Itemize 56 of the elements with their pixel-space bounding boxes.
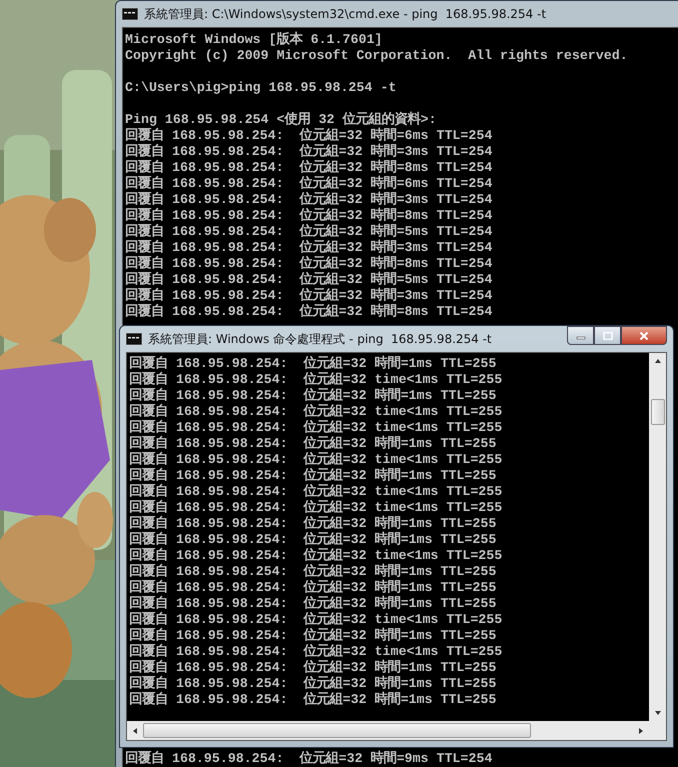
console-line: 回覆自 168.95.98.254: 位元組=32 時間=1ms TTL=255 [129,660,498,676]
close-icon [639,332,649,340]
scroll-down-icon[interactable] [654,709,662,717]
close-button[interactable] [621,326,667,345]
console-line: 回覆自 168.95.98.254: 位元組=32 時間=9ms TTL=254 [125,751,494,767]
console-line: 回覆自 168.95.98.254: 位元組=32 時間=1ms TTL=255 [129,388,498,404]
scroll-thumb[interactable] [650,399,664,425]
console-line: 回覆自 168.95.98.254: 位元組=32 時間=1ms TTL=255 [129,596,498,612]
console-line: C:\Users\pig>ping 168.95.98.254 -t [125,80,398,96]
console-icon [122,8,138,20]
console-line: 回覆自 168.95.98.254: 位元組=32 時間=8ms TTL=254 [125,208,494,224]
scroll-left-icon[interactable] [131,726,139,734]
console-line: 回覆自 168.95.98.254: 位元組=32 時間=1ms TTL=255 [129,692,498,708]
window-title: 系統管理員: C:\Windows\system32\cmd.exe - ping 168.95.98.254 -t [144,6,546,22]
console-line: 回覆自 168.95.98.254: 位元組=32 time<1ms TTL=255 [129,404,504,420]
console-line: 回覆自 168.95.98.254: 位元組=32 時間=5ms TTL=254 [125,224,494,240]
console-line: 回覆自 168.95.98.254: 位元組=32 time<1ms TTL=255 [129,452,504,468]
console-line: 回覆自 168.95.98.254: 位元組=32 時間=3ms TTL=254 [125,240,494,256]
console-line: 回覆自 168.95.98.254: 位元組=32 時間=5ms TTL=254 [125,272,494,288]
console-line: 回覆自 168.95.98.254: 位元組=32 時間=1ms TTL=255 [129,580,498,596]
maximize-icon [602,332,612,340]
console-line: 回覆自 168.95.98.254: 位元組=32 時間=1ms TTL=255 [129,468,498,484]
minimize-button[interactable] [567,326,594,345]
console-line: 回覆自 168.95.98.254: 位元組=32 time<1ms TTL=255 [129,612,504,628]
console-line: 回覆自 168.95.98.254: 位元組=32 time<1ms TTL=255 [129,500,504,516]
console-icon [126,333,142,345]
vertical-scrollbar[interactable] [649,353,666,721]
console-line: 回覆自 168.95.98.254: 位元組=32 時間=3ms TTL=254 [125,192,494,208]
console-line: Ping 168.95.98.254 <使用 32 位元組的資料>: [125,112,438,128]
horizontal-scrollbar[interactable] [127,721,666,740]
scroll-up-icon[interactable] [654,357,662,365]
console-line: 回覆自 168.95.98.254: 位元組=32 time<1ms TTL=255 [129,420,504,436]
console-line: 回覆自 168.95.98.254: 位元組=32 時間=1ms TTL=255 [129,436,498,452]
console-line: Microsoft Windows [版本 6.1.7601] [125,32,384,48]
maximize-button[interactable] [594,326,621,345]
scroll-right-icon[interactable] [637,726,645,734]
console-line: 回覆自 168.95.98.254: 位元組=32 time<1ms TTL=255 [129,548,504,564]
console-line: 回覆自 168.95.98.254: 位元組=32 時間=1ms TTL=255 [129,676,498,692]
window-title: 系統管理員: Windows 命令處理程式 - ping 168.95.98.254 -t [148,330,492,348]
console-line: 回覆自 168.95.98.254: 位元組=32 時間=1ms TTL=255 [129,564,498,580]
console-line: 回覆自 168.95.98.254: 位元組=32 時間=3ms TTL=254 [125,288,494,304]
console-line: 回覆自 168.95.98.254: 位元組=32 時間=1ms TTL=255 [129,516,498,532]
console-line: 回覆自 168.95.98.254: 位元組=32 時間=3ms TTL=254 [125,144,494,160]
console-line: 回覆自 168.95.98.254: 位元組=32 time<1ms TTL=255 [129,372,504,388]
console-line: 回覆自 168.95.98.254: 位元組=32 時間=8ms TTL=254 [125,304,494,320]
console-line: 回覆自 168.95.98.254: 位元組=32 時間=8ms TTL=254 [125,160,494,176]
console-line: Copyright (c) 2009 Microsoft Corporation. All rights reserved. [125,48,629,64]
scroll-thumb[interactable] [143,723,531,738]
console-line: 回覆自 168.95.98.254: 位元組=32 時間=1ms TTL=255 [129,532,498,548]
console-line: 回覆自 168.95.98.254: 位元組=32 時間=8ms TTL=254 [125,256,494,272]
console-line: 回覆自 168.95.98.254: 位元組=32 time<1ms TTL=255 [129,644,504,660]
console-line: 回覆自 168.95.98.254: 位元組=32 時間=1ms TTL=255 [129,356,498,372]
console-line: 回覆自 168.95.98.254: 位元組=32 時間=6ms TTL=254 [125,176,494,192]
console-line: 回覆自 168.95.98.254: 位元組=32 時間=6ms TTL=254 [125,128,494,144]
console-line: 回覆自 168.95.98.254: 位元組=32 time<1ms TTL=255 [129,484,504,500]
console-line: 回覆自 168.95.98.254: 位元組=32 時間=1ms TTL=255 [129,628,498,644]
